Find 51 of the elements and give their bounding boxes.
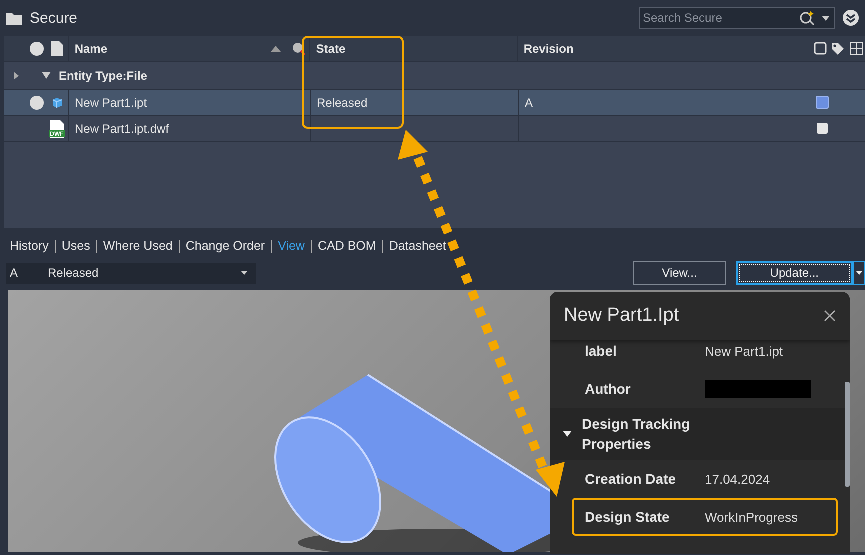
folder-icon xyxy=(6,12,22,24)
property-label: Creation Date xyxy=(585,471,678,487)
table-cell: Released xyxy=(310,90,518,115)
group-label: Entity Type:File xyxy=(59,68,148,82)
revision-dropdown[interactable]: A Released xyxy=(6,262,256,284)
caret-icon xyxy=(856,271,862,275)
checkbox[interactable] xyxy=(816,96,828,109)
caret-icon[interactable] xyxy=(822,16,830,20)
column-header[interactable]: Revision xyxy=(524,42,574,56)
status-circle-icon xyxy=(30,42,44,56)
property-label: Design State xyxy=(585,509,671,525)
column-header[interactable]: Name xyxy=(74,42,108,56)
property-value: 17.04.2024 xyxy=(705,472,770,486)
grid-icon xyxy=(850,42,863,55)
tab[interactable]: Uses xyxy=(62,239,90,253)
column-header[interactable]: State xyxy=(316,42,346,56)
tab[interactable]: CAD BOM xyxy=(318,239,376,253)
chevron-circle-icon[interactable] xyxy=(843,10,859,26)
search-icon[interactable] xyxy=(799,10,815,26)
scrollbar[interactable] xyxy=(845,382,850,487)
tab[interactable]: Change Order xyxy=(186,239,266,253)
close-icon[interactable] xyxy=(824,310,836,322)
property-label: label xyxy=(585,343,618,359)
tab[interactable]: Datasheet xyxy=(389,239,446,253)
tab[interactable]: View xyxy=(278,239,305,253)
checkbox-icon xyxy=(814,42,827,55)
panel-title: New Part1.Ipt xyxy=(564,305,680,327)
action-button[interactable]: Update... xyxy=(736,261,853,285)
table-cell: A xyxy=(518,90,813,115)
tag-icon xyxy=(831,42,846,56)
property-value: New Part1.ipt xyxy=(705,344,784,358)
tab[interactable]: Where Used xyxy=(103,239,173,253)
collapse-arrow-icon[interactable] xyxy=(563,431,572,437)
table-row[interactable]: New Part1.ipt Released A xyxy=(4,90,865,116)
table-cell: New Part1.ipt xyxy=(68,90,290,115)
checkbox[interactable] xyxy=(816,123,828,134)
caret-icon xyxy=(241,271,248,275)
table-cell: New Part1.ipt.dwf xyxy=(68,116,290,141)
status-circle-icon xyxy=(30,96,44,110)
action-button[interactable]: View... xyxy=(633,261,726,285)
split-caret-button[interactable] xyxy=(853,261,865,285)
search-field[interactable]: Search Secure xyxy=(639,7,835,29)
expand-arrow-icon[interactable] xyxy=(14,72,18,80)
vault-folder-title: Secure xyxy=(30,10,78,26)
document-icon xyxy=(50,41,63,56)
collapse-arrow-icon[interactable] xyxy=(42,71,51,80)
property-value: WorkInProgress xyxy=(705,510,798,524)
property-label: Author xyxy=(585,381,632,397)
tab[interactable]: History xyxy=(10,239,49,253)
section-heading: Design Tracking Properties xyxy=(582,415,692,454)
cube-icon xyxy=(51,96,63,108)
